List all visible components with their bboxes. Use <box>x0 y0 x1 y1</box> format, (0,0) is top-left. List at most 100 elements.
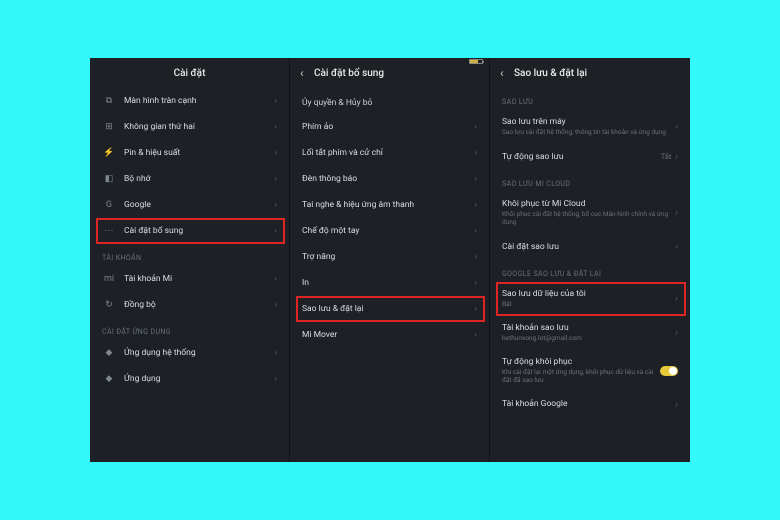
chevron-right-icon: › <box>675 122 678 132</box>
list-item[interactable]: ⋯ Cài đặt bổ sung› <box>90 218 289 244</box>
chevron-right-icon: › <box>274 96 277 106</box>
chevron-right-icon: › <box>474 278 477 288</box>
list-item[interactable]: Cài đặt sao lưu› <box>490 234 690 260</box>
section-header: SAO LƯU <box>490 88 690 110</box>
chevron-right-icon: › <box>274 274 277 284</box>
row-label: Chế độ một tay <box>302 226 474 236</box>
toggle-switch[interactable] <box>660 366 678 376</box>
row-value: Tắt <box>661 152 672 161</box>
list-item[interactable]: Chế độ một tay› <box>290 218 489 244</box>
list-item[interactable]: ◆Ứng dụng› <box>90 366 289 392</box>
list-item[interactable]: Tai nghe & hiệu ứng âm thanh› <box>290 192 489 218</box>
list-item[interactable]: ⧉ Màn hình tràn cạnh› <box>90 88 289 114</box>
chevron-right-icon: › <box>474 252 477 262</box>
list-item[interactable]: Tài khoản sao lưubethunsong.lot@gmail.co… <box>490 316 690 350</box>
list-item[interactable]: Sao lưu trên máySao lưu cài đặt hệ thống… <box>490 110 690 144</box>
row-label: Ứng dụng hệ thống <box>124 348 274 358</box>
chevron-right-icon: › <box>675 152 678 162</box>
chevron-right-icon: › <box>274 374 277 384</box>
row-icon: ◆ <box>102 348 116 358</box>
row-label: Tự động khôi phụcKhi cài đặt lại một ứng… <box>502 357 660 385</box>
row-label: Pin & hiệu suất <box>124 148 274 158</box>
row-label: Tai nghe & hiệu ứng âm thanh <box>302 200 474 210</box>
list-item[interactable]: Lối tắt phím và cử chỉ› <box>290 140 489 166</box>
row-icon: mi <box>102 274 116 284</box>
panel-body: ⧉Màn hình tràn cạnh›⊞Không gian thứ hai›… <box>90 88 289 462</box>
list-item[interactable]: ◧Bộ nhớ› <box>90 166 289 192</box>
list-item[interactable]: GGoogle› <box>90 192 289 218</box>
header: Cài đặt <box>90 58 289 88</box>
list-item[interactable]: Sao lưu dữ liệu của tôiBật› <box>490 282 690 316</box>
chevron-right-icon: › <box>675 400 678 410</box>
row-label: Tài khoản Google <box>502 399 675 409</box>
list-item[interactable]: miTài khoản Mi› <box>90 266 289 292</box>
list-item[interactable]: Mi Mover› <box>290 322 489 348</box>
list-item[interactable]: ↻ Đồng bộ› <box>90 292 289 318</box>
row-label: Đồng bộ <box>124 300 274 310</box>
page-title: Cài đặt <box>174 68 206 79</box>
row-label: Màn hình tràn cạnh <box>124 96 274 106</box>
panel-body: Ủy quyền & Hủy bỏ Phím ảo›Lối tắt phím v… <box>290 88 489 462</box>
list-item[interactable]: Trợ năng› <box>290 244 489 270</box>
row-label: Khôi phục từ Mi CloudKhôi phục cài đặt h… <box>502 199 675 227</box>
section-header: SAO LƯU MI CLOUD <box>490 170 690 192</box>
row-icon: ↻ <box>102 300 116 310</box>
row-icon: ⊞ <box>102 122 116 132</box>
chevron-right-icon: › <box>675 208 678 218</box>
chevron-right-icon: › <box>274 348 277 358</box>
chevron-right-icon: › <box>474 330 477 340</box>
list-item[interactable]: In› <box>290 270 489 296</box>
status-bar <box>469 59 483 64</box>
row-label: Cài đặt bổ sung <box>124 226 274 236</box>
panel-body: SAO LƯU Sao lưu trên máySao lưu cài đặt h… <box>490 88 690 462</box>
list-item[interactable]: Tài khoản Google› <box>490 392 690 418</box>
chevron-right-icon: › <box>274 200 277 210</box>
back-icon[interactable]: ‹ <box>500 66 510 80</box>
battery-icon <box>469 59 483 64</box>
row-sublabel: Khôi phục cài đặt hệ thống, bố cục Màn h… <box>502 211 675 227</box>
list-item[interactable]: Sao lưu & đặt lại› <box>290 296 489 322</box>
chevron-right-icon: › <box>675 242 678 252</box>
header: ‹ Cài đặt bổ sung <box>290 58 489 88</box>
chevron-right-icon: › <box>274 300 277 310</box>
chevron-right-icon: › <box>474 122 477 132</box>
row-label: Tự động sao lưu <box>502 152 661 162</box>
list-item[interactable]: Đèn thông báo› <box>290 166 489 192</box>
chevron-right-icon: › <box>474 148 477 158</box>
row-label: Không gian thứ hai <box>124 122 274 132</box>
back-icon[interactable]: ‹ <box>300 66 310 80</box>
row-label: In <box>302 278 474 288</box>
panel-settings: Cài đặt ⧉Màn hình tràn cạnh›⊞Không gian … <box>90 58 290 462</box>
row-label: Google <box>124 200 274 210</box>
row-icon: ◧ <box>102 174 116 184</box>
chevron-right-icon: › <box>474 304 477 314</box>
list-item[interactable]: Tự động khôi phụcKhi cài đặt lại một ứng… <box>490 350 690 392</box>
row-label: Lối tắt phím và cử chỉ <box>302 148 474 158</box>
row-label: Sao lưu trên máySao lưu cài đặt hệ thống… <box>502 117 675 137</box>
row-sublabel: Khi cài đặt lại một ứng dụng, khôi phục … <box>502 369 660 385</box>
chevron-right-icon: › <box>274 148 277 158</box>
row-label: Phím ảo <box>302 122 474 132</box>
row-icon: ⧉ <box>102 96 116 106</box>
section-header: CÀI ĐẶT ỨNG DỤNG <box>90 318 289 340</box>
row-label: Sao lưu & đặt lại <box>302 304 474 314</box>
row-sublabel: Sao lưu cài đặt hệ thống, thông tin tài … <box>502 129 675 137</box>
list-item[interactable]: ◆ Ứng dụng hệ thống› <box>90 340 289 366</box>
chevron-right-icon: › <box>274 122 277 132</box>
row-label: Cài đặt sao lưu <box>502 242 675 252</box>
row-label: Ứng dụng <box>124 374 274 384</box>
panel-backup-reset: ‹ Sao lưu & đặt lại SAO LƯU Sao lưu trên … <box>490 58 690 462</box>
chevron-right-icon: › <box>274 226 277 236</box>
list-item[interactable]: Phím ảo› <box>290 114 489 140</box>
row-label: Mi Mover <box>302 330 474 340</box>
list-item[interactable]: ⊞ Không gian thứ hai› <box>90 114 289 140</box>
chevron-right-icon: › <box>474 226 477 236</box>
header: ‹ Sao lưu & đặt lại <box>490 58 690 88</box>
list-item[interactable]: ⚡Pin & hiệu suất› <box>90 140 289 166</box>
row-icon: ⋯ <box>102 226 116 236</box>
page-title: Cài đặt bổ sung <box>314 68 384 79</box>
list-item[interactable]: Khôi phục từ Mi CloudKhôi phục cài đặt h… <box>490 192 690 234</box>
subheading[interactable]: Ủy quyền & Hủy bỏ <box>290 88 489 114</box>
list-item[interactable]: Tự động sao lưuTắt› <box>490 144 690 170</box>
section-header: GOOGLE SAO LƯU & ĐẶT LẠI <box>490 260 690 282</box>
